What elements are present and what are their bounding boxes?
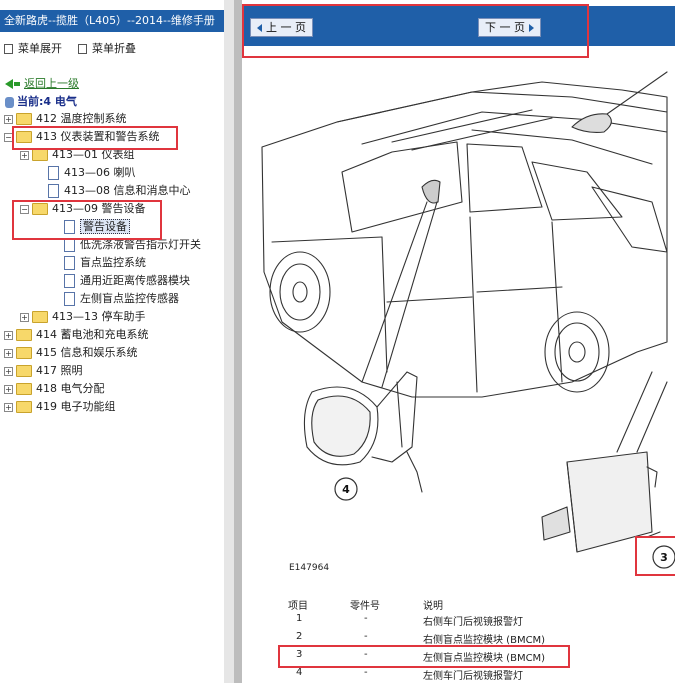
- tree-item-label: 419 电子功能组: [36, 400, 116, 413]
- manual-title-bar: 全新路虎--揽胜（L405）--2014--维修手册: [0, 10, 224, 32]
- tree-item-label: 413—08 信息和消息中心: [64, 184, 191, 197]
- tree-item-label: 413—13 停车助手: [52, 310, 146, 323]
- folder-icon: [32, 311, 48, 323]
- current-section: 当前:4 电气: [5, 93, 77, 109]
- collapse-icon: [78, 44, 87, 54]
- document-icon: [48, 184, 59, 198]
- folder-icon: [32, 149, 48, 161]
- tree-item[interactable]: +418 电气分配: [4, 380, 105, 398]
- left-navigation-panel: 全新路虎--揽胜（L405）--2014--维修手册 菜单展开 菜单折叠 返回上…: [0, 0, 225, 683]
- collapse-menu-button[interactable]: 菜单折叠: [78, 40, 136, 56]
- tree-item[interactable]: 通用近距离传感器模块: [52, 272, 190, 290]
- table-cell: 4: [296, 667, 303, 678]
- document-icon: [64, 256, 75, 270]
- current-section-label: 当前:4 电气: [17, 95, 77, 108]
- tree-item-label: 413—06 喇叭: [64, 166, 136, 179]
- tree-item-label: 415 信息和娱乐系统: [36, 346, 138, 359]
- expand-menu-button[interactable]: 菜单展开: [4, 40, 62, 56]
- folder-icon: [16, 329, 32, 341]
- expand-icon: [4, 44, 13, 54]
- folder-icon: [16, 347, 32, 359]
- table-cell: 左侧车门后视镜报警灯: [423, 671, 523, 682]
- tree-item-label: 414 蓄电池和充电系统: [36, 328, 149, 341]
- highlight-box-row-3: [278, 645, 570, 668]
- expand-node-icon[interactable]: +: [20, 312, 29, 322]
- back-arrow-icon: [5, 79, 13, 89]
- highlight-box-413: [12, 126, 178, 150]
- tree-item[interactable]: +417 照明: [4, 362, 83, 380]
- table-header-description: 说明: [423, 601, 443, 612]
- table-cell: 2: [296, 631, 303, 642]
- back-link-label: 返回上一级: [24, 77, 79, 90]
- table-cell: 右侧车门后视镜报警灯: [423, 617, 523, 628]
- document-icon: [64, 292, 75, 306]
- tree-item[interactable]: 413—06 喇叭: [36, 164, 136, 182]
- tree-item[interactable]: 左侧盲点监控传感器: [52, 290, 179, 308]
- expand-node-icon[interactable]: +: [4, 366, 13, 376]
- tree-item-label: 盲点监控系统: [80, 256, 146, 269]
- tree-item[interactable]: +415 信息和娱乐系统: [4, 344, 138, 362]
- tree-item-label: 通用近距离传感器模块: [80, 274, 190, 287]
- expand-node-icon[interactable]: +: [4, 348, 13, 358]
- table-cell: 右侧盲点监控模块 (BMCM): [423, 635, 546, 646]
- table-header-item: 项目: [288, 601, 308, 612]
- collapse-menu-label: 菜单折叠: [92, 42, 136, 55]
- back-link[interactable]: 返回上一级: [5, 75, 79, 91]
- folder-icon: [16, 113, 32, 125]
- folder-icon: [16, 365, 32, 377]
- tree-item-label: 418 电气分配: [36, 382, 105, 395]
- vehicle-warning-devices-illustration: 4 3: [261, 71, 675, 569]
- expand-node-icon[interactable]: +: [4, 330, 13, 340]
- highlight-box-nav: [242, 4, 589, 58]
- folder-icon: [16, 383, 32, 395]
- tree-item[interactable]: +413—13 停车助手: [20, 308, 146, 326]
- table-cell: 1: [296, 613, 303, 624]
- table-header-part-number: 零件号: [350, 601, 380, 612]
- tree-item[interactable]: +414 蓄电池和充电系统: [4, 326, 149, 344]
- expand-node-icon[interactable]: +: [4, 402, 13, 412]
- database-icon: [5, 96, 14, 108]
- document-icon: [64, 274, 75, 288]
- expand-node-icon[interactable]: +: [20, 150, 29, 160]
- figure-code: E147964: [289, 563, 330, 573]
- tree-item[interactable]: 413—08 信息和消息中心: [36, 182, 191, 200]
- tree-item[interactable]: 盲点监控系统: [52, 254, 146, 272]
- highlight-box-413-09: [12, 200, 162, 240]
- table-cell: -: [364, 613, 368, 624]
- expand-node-icon[interactable]: +: [4, 114, 13, 124]
- table-cell: -: [364, 667, 368, 678]
- callout-4-label: 4: [342, 483, 350, 496]
- folder-icon: [16, 401, 32, 413]
- document-icon: [48, 166, 59, 180]
- content-pane: 上 一 页 下 一 页 4 3 E147964 项目 零件号 说明 1 - 右侧…: [242, 0, 675, 683]
- expand-menu-label: 菜单展开: [18, 42, 62, 55]
- tree-item-label: 412 温度控制系统: [36, 112, 127, 125]
- tree-item-label: 左侧盲点监控传感器: [80, 292, 179, 305]
- expand-node-icon[interactable]: +: [4, 384, 13, 394]
- highlight-box-callout-3: [635, 536, 675, 576]
- document-icon: [64, 238, 75, 252]
- content-scrollbar[interactable]: [234, 0, 242, 683]
- table-cell: -: [364, 631, 368, 642]
- manual-title: 全新路虎--揽胜（L405）--2014--维修手册: [4, 14, 215, 27]
- tree-item[interactable]: +419 电子功能组: [4, 398, 116, 416]
- tree-item-label: 417 照明: [36, 364, 83, 377]
